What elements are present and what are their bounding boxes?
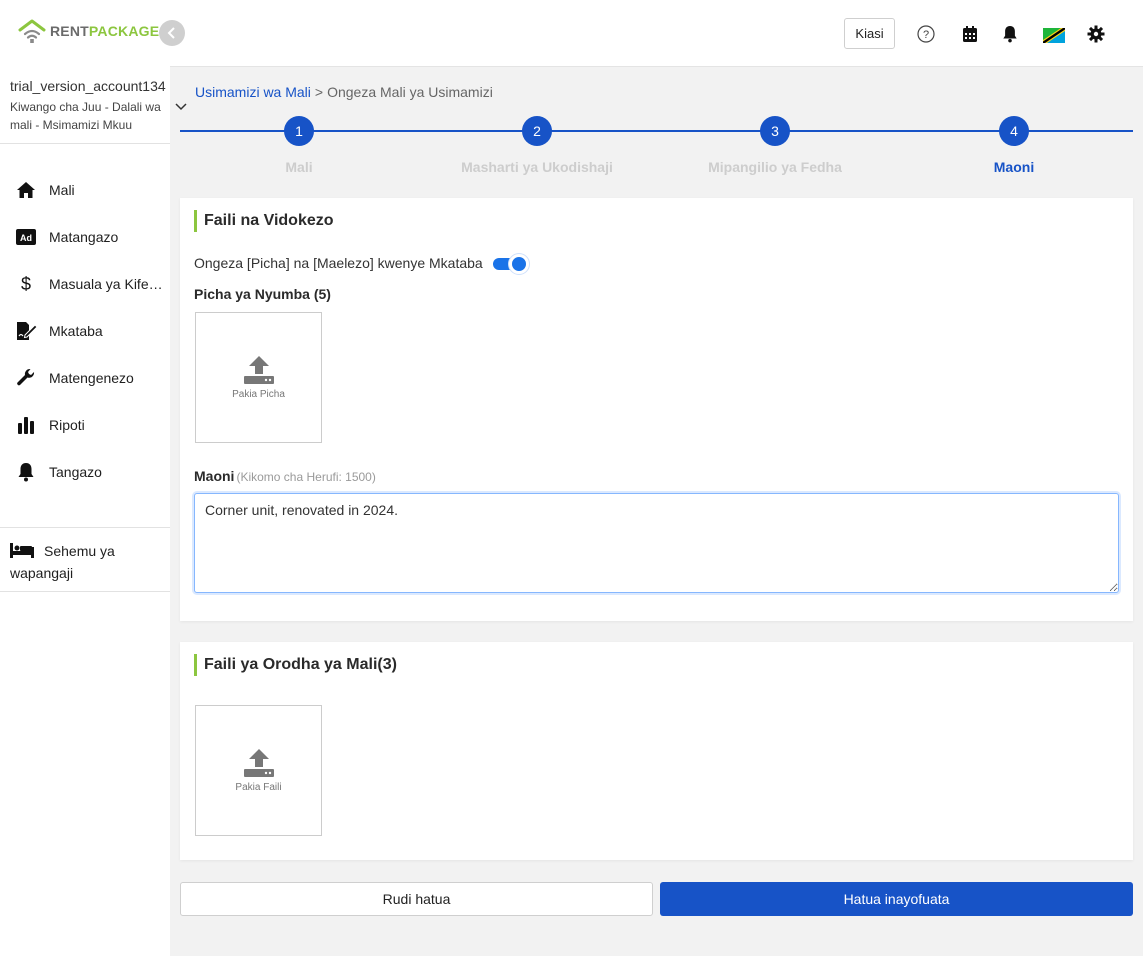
chevron-down-icon <box>175 103 187 111</box>
account-role: Kiwango cha Juu - Dalali wa mali - Msima… <box>10 100 161 132</box>
next-step-button[interactable]: Hatua inayofuata <box>660 882 1133 916</box>
wrench-icon <box>15 367 37 389</box>
sidebar: RENTPACKAGE trial_version_account134 Kiw… <box>0 0 170 956</box>
bar-chart-icon <box>15 414 37 436</box>
dollar-icon: $ <box>15 273 37 295</box>
step-number: 3 <box>760 116 790 146</box>
unit-button[interactable]: Kiasi <box>844 18 895 49</box>
step-1[interactable]: 1 Mali <box>199 116 399 175</box>
sidebar-item-label: Masuala ya Kifedha <box>49 275 169 292</box>
upload-photo-box[interactable]: Pakia Picha <box>195 312 322 443</box>
sidebar-menu: Mali Ad Matangazo $ Masuala ya Kifedha M… <box>0 166 170 495</box>
svg-text:Ad: Ad <box>20 233 32 243</box>
sidebar-item-label: Mali <box>49 181 75 198</box>
notes-label: Maoni (Kikomo cha Herufi: 1500) <box>194 468 376 484</box>
step-3[interactable]: 3 Mipangilio ya Fedha <box>675 116 875 175</box>
step-4-active[interactable]: 4 Maoni <box>914 116 1114 175</box>
sidebar-item-fedha[interactable]: $ Masuala ya Kifedha <box>0 260 170 307</box>
upload-icon <box>243 749 274 777</box>
sidebar-item-ripoti[interactable]: Ripoti <box>0 401 170 448</box>
account-name: trial_version_account134 <box>10 78 166 94</box>
sidebar-item-label: Matengenezo <box>49 369 134 386</box>
step-2[interactable]: 2 Masharti ya Ukodishaji <box>437 116 637 175</box>
upload-file-box[interactable]: Pakia Faili <box>195 705 322 836</box>
bell-icon <box>15 461 37 483</box>
sidebar-item-mkataba[interactable]: Mkataba <box>0 307 170 354</box>
sidebar-divider <box>0 527 170 528</box>
calendar-icon[interactable] <box>960 24 980 44</box>
settings-gear-icon[interactable] <box>1086 24 1106 44</box>
sidebar-item-label: Matangazo <box>49 228 119 245</box>
bed-icon <box>10 543 34 558</box>
chevron-left-icon <box>167 27 175 39</box>
breadcrumb-separator: > <box>314 84 324 100</box>
tanzania-flag-icon[interactable] <box>1042 25 1066 45</box>
logo[interactable]: RENTPACKAGE <box>18 18 159 44</box>
progress-stepper: 1 Mali 2 Masharti ya Ukodishaji 3 Mipang… <box>180 116 1133 180</box>
sidebar-divider <box>0 591 170 592</box>
help-icon[interactable]: ? <box>916 24 936 44</box>
files-notes-card: Faili na Vidokezo Ongeza [Picha] na [Mae… <box>180 198 1133 621</box>
sidebar-item-label: Mkataba <box>49 322 103 339</box>
card-title: Faili na Vidokezo <box>194 210 334 232</box>
sidebar-item-tangazo[interactable]: Tangazo <box>0 448 170 495</box>
account-info[interactable]: trial_version_account134 Kiwango cha Juu… <box>10 78 168 134</box>
card-title: Faili ya Orodha ya Mali(3) <box>194 654 397 676</box>
collapse-sidebar-button[interactable] <box>159 20 185 46</box>
top-header: Kiasi ? <box>170 0 1143 67</box>
photos-label: Picha ya Nyumba (5) <box>194 286 331 302</box>
notification-bell-icon[interactable] <box>1000 24 1020 44</box>
sidebar-item-matengenezo[interactable]: Matengenezo <box>0 354 170 401</box>
back-step-button[interactable]: Rudi hatua <box>180 882 653 916</box>
ad-icon: Ad <box>15 226 37 248</box>
sidebar-item-mali[interactable]: Mali <box>0 166 170 213</box>
step-label: Maoni <box>993 159 1035 175</box>
sidebar-divider <box>0 143 170 144</box>
upload-icon <box>243 356 274 384</box>
step-number: 2 <box>522 116 552 146</box>
breadcrumb-parent-link[interactable]: Usimamizi wa Mali <box>195 84 311 100</box>
account-dropdown-toggle[interactable] <box>175 98 187 116</box>
sidebar-item-label: Tangazo <box>49 463 102 480</box>
svg-text:$: $ <box>21 274 31 294</box>
step-number: 4 <box>999 116 1029 146</box>
notes-limit-hint: (Kikomo cha Herufi: 1500) <box>236 470 376 484</box>
sidebar-item-label: Ripoti <box>49 416 85 433</box>
notes-label-text: Maoni <box>194 468 235 484</box>
logo-text: RENTPACKAGE <box>50 23 160 39</box>
logo-wifi-house-icon <box>18 19 46 43</box>
sidebar-item-tenants[interactable]: Sehemu ya wapangaji <box>10 540 165 584</box>
breadcrumb-current: Ongeza Mali ya Usimamizi <box>327 84 493 100</box>
step-number: 1 <box>284 116 314 146</box>
step-label: Mipangilio ya Fedha <box>708 159 842 175</box>
step-label: Mali <box>285 159 313 175</box>
sidebar-item-matangazo[interactable]: Ad Matangazo <box>0 213 170 260</box>
toggle-knob <box>508 254 529 274</box>
contract-icon <box>15 320 37 342</box>
toggle-label: Ongeza [Picha] na [Maelezo] kwenye Mkata… <box>194 255 483 271</box>
home-icon <box>15 179 37 201</box>
upload-photo-label: Pakia Picha <box>232 389 285 400</box>
notes-textarea[interactable]: Corner unit, renovated in 2024. <box>194 493 1119 593</box>
inventory-files-card: Faili ya Orodha ya Mali(3) Pakia Faili <box>180 642 1133 860</box>
step-label: Masharti ya Ukodishaji <box>461 159 613 175</box>
svg-text:?: ? <box>923 29 929 41</box>
contract-attach-toggle[interactable] <box>492 254 529 274</box>
contract-attach-toggle-row: Ongeza [Picha] na [Maelezo] kwenye Mkata… <box>194 254 529 274</box>
breadcrumb: Usimamizi wa Mali > Ongeza Mali ya Usimami… <box>195 84 493 100</box>
upload-file-label: Pakia Faili <box>235 782 282 793</box>
